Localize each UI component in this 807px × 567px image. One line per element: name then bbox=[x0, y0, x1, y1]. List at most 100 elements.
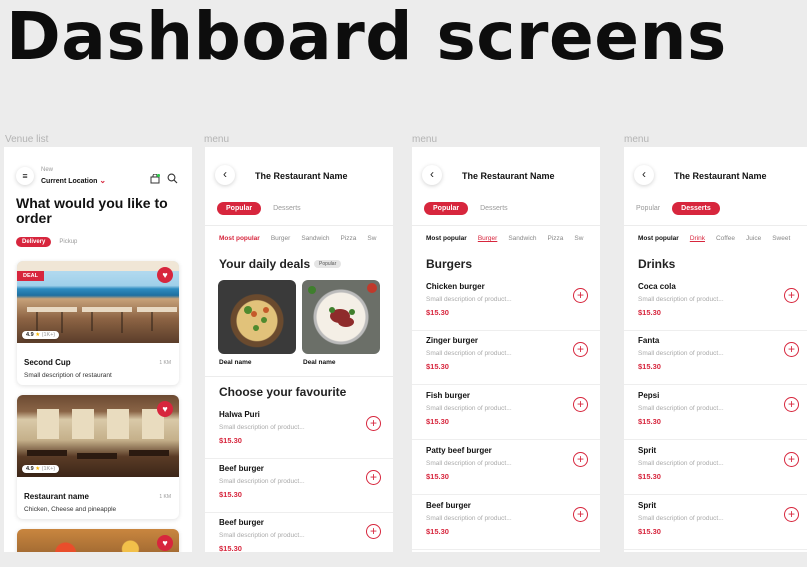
heart-icon[interactable]: ♥ bbox=[157, 267, 173, 283]
back-arrow-icon[interactable]: ‹ bbox=[422, 165, 442, 185]
item-price: $15.30 bbox=[219, 544, 242, 552]
item-price: $15.30 bbox=[426, 417, 449, 426]
cat-drink[interactable]: Drink bbox=[690, 235, 705, 242]
add-icon[interactable]: + bbox=[784, 342, 799, 357]
menu-item[interactable]: Fanta Small description of product... $15.… bbox=[624, 331, 807, 385]
item-name: Beef burger bbox=[219, 518, 264, 527]
location-top: New bbox=[41, 167, 54, 173]
pill-desserts[interactable]: Desserts bbox=[267, 202, 307, 215]
current-location-button[interactable]: Current Location ⌄ bbox=[41, 176, 106, 185]
cat-coffee[interactable]: Coffee bbox=[716, 235, 735, 242]
pill-popular[interactable]: Popular bbox=[636, 202, 666, 215]
pill-desserts[interactable]: Desserts bbox=[672, 201, 720, 215]
menu-item[interactable]: Beef burger Small description of product… bbox=[205, 513, 393, 552]
cat-sandwich[interactable]: Sandwich bbox=[508, 235, 536, 242]
cat-sw[interactable]: Sw bbox=[367, 235, 376, 242]
add-icon[interactable]: + bbox=[573, 342, 588, 357]
star-icon: ★ bbox=[35, 466, 41, 472]
add-icon[interactable]: + bbox=[784, 507, 799, 522]
heart-icon[interactable]: ♥ bbox=[157, 401, 173, 417]
pill-desserts[interactable]: Desserts bbox=[474, 202, 514, 215]
cat-pizza[interactable]: Pizza bbox=[341, 235, 357, 242]
venue-card[interactable]: ♥ bbox=[17, 529, 179, 552]
bag-icon[interactable] bbox=[150, 171, 161, 184]
venue-desc: Chicken, Cheese and pineapple bbox=[24, 506, 117, 513]
venue-card[interactable]: 4.9 ★ (1K+) DEAL ♥ Second Cup 1 KM Small… bbox=[17, 261, 179, 385]
item-price: $15.30 bbox=[219, 436, 242, 445]
item-desc: Small description of product... bbox=[219, 478, 305, 485]
divider bbox=[205, 225, 393, 226]
menu-icon[interactable]: ≡ bbox=[16, 167, 34, 185]
headline: What would you like to order bbox=[16, 195, 168, 226]
menu-item[interactable]: Zinger burger Small description of produc… bbox=[412, 331, 600, 385]
cat-most-popular[interactable]: Most popular bbox=[426, 235, 467, 242]
venue-distance: 1 KM bbox=[159, 494, 171, 500]
menu-item[interactable]: Beef burger Small description of product… bbox=[205, 459, 393, 513]
cat-burger[interactable]: Burger bbox=[271, 235, 291, 242]
add-icon[interactable]: + bbox=[784, 452, 799, 467]
cat-most-popular[interactable]: Most popular bbox=[219, 235, 260, 242]
tab-pickup[interactable]: Pickup bbox=[55, 237, 81, 247]
add-icon[interactable]: + bbox=[573, 288, 588, 303]
restaurant-title: The Restaurant Name bbox=[674, 171, 767, 181]
cat-sw[interactable]: Sw bbox=[574, 235, 583, 242]
item-name: Sprit bbox=[638, 501, 657, 510]
item-name: Chicken burger bbox=[426, 282, 485, 291]
item-desc: Small description of product... bbox=[638, 296, 724, 303]
item-price: $15.30 bbox=[638, 308, 661, 317]
pill-popular[interactable]: Popular bbox=[217, 201, 262, 215]
pill-popular[interactable]: Popular bbox=[424, 201, 469, 215]
add-icon[interactable]: + bbox=[366, 470, 381, 485]
cat-most-popular[interactable]: Most popular bbox=[638, 235, 679, 242]
category-tabs: Most popular Burger Sandwich Pizza Sw bbox=[219, 235, 376, 242]
restaurant-title: The Restaurant Name bbox=[255, 171, 348, 181]
menu-item[interactable]: Coca cola Small description of product...… bbox=[624, 277, 807, 331]
cat-pizza[interactable]: Pizza bbox=[548, 235, 564, 242]
menu-item[interactable]: Halwa Puri Small description of product.… bbox=[205, 405, 393, 459]
heart-icon[interactable]: ♥ bbox=[157, 535, 173, 551]
screen-label-menu-2: menu bbox=[412, 134, 438, 145]
divider bbox=[624, 225, 807, 226]
add-icon[interactable]: + bbox=[784, 288, 799, 303]
item-price: $15.30 bbox=[426, 472, 449, 481]
back-arrow-icon[interactable]: ‹ bbox=[215, 165, 235, 185]
add-icon[interactable]: + bbox=[366, 416, 381, 431]
menu-item[interactable]: Beef burger Small description of product.… bbox=[412, 496, 600, 550]
add-icon[interactable]: + bbox=[784, 397, 799, 412]
cat-juice[interactable]: Juice bbox=[746, 235, 761, 242]
add-icon[interactable]: + bbox=[366, 524, 381, 539]
menu-item[interactable]: Fish burger Small description of product.… bbox=[412, 386, 600, 440]
add-icon[interactable]: + bbox=[573, 452, 588, 467]
cat-sandwich[interactable]: Sandwich bbox=[301, 235, 329, 242]
deal-image[interactable] bbox=[302, 280, 380, 354]
item-desc: Small description of product... bbox=[219, 532, 305, 539]
venue-card[interactable]: 4.9 ★ (1K+) ♥ Restaurant name 1 KM Chick… bbox=[17, 395, 179, 519]
item-name: Halwa Puri bbox=[219, 410, 260, 419]
location-label: Current Location bbox=[41, 178, 98, 185]
menu-item[interactable]: Sprit Small description of product... $15.… bbox=[624, 441, 807, 495]
item-name: Beef burger bbox=[426, 501, 471, 510]
menu-item[interactable]: Patty beef burger Small description of pr… bbox=[412, 441, 600, 495]
item-name: Coca cola bbox=[638, 282, 676, 291]
add-icon[interactable]: + bbox=[573, 397, 588, 412]
rating-badge: 4.9 ★ (1K+) bbox=[22, 465, 60, 473]
cat-burger[interactable]: Burger bbox=[478, 235, 498, 242]
add-icon[interactable]: + bbox=[573, 507, 588, 522]
item-price: $15.30 bbox=[426, 362, 449, 371]
item-desc: Small description of product... bbox=[426, 405, 512, 412]
menu-item[interactable]: Chicken burger Small description of produ… bbox=[412, 277, 600, 331]
deal-image[interactable] bbox=[218, 280, 296, 354]
menu-item[interactable]: Pepsi Small description of product... $15.… bbox=[624, 386, 807, 440]
venue-image bbox=[17, 529, 179, 552]
menu-item[interactable]: Sprit Small description of product... $15.… bbox=[624, 496, 807, 550]
deals-title: Your daily deals bbox=[219, 257, 311, 271]
cat-sweet[interactable]: Sweet bbox=[772, 235, 790, 242]
item-desc: Small description of product... bbox=[426, 460, 512, 467]
search-icon[interactable] bbox=[167, 171, 178, 184]
back-arrow-icon[interactable]: ‹ bbox=[634, 165, 654, 185]
menu-pills: Popular Desserts bbox=[636, 199, 720, 217]
deal-name: Deal name bbox=[303, 359, 336, 366]
item-desc: Small description of product... bbox=[638, 515, 724, 522]
canvas: Dashboard screens Venue list menu menu m… bbox=[0, 0, 807, 567]
tab-delivery[interactable]: Delivery bbox=[16, 237, 52, 247]
